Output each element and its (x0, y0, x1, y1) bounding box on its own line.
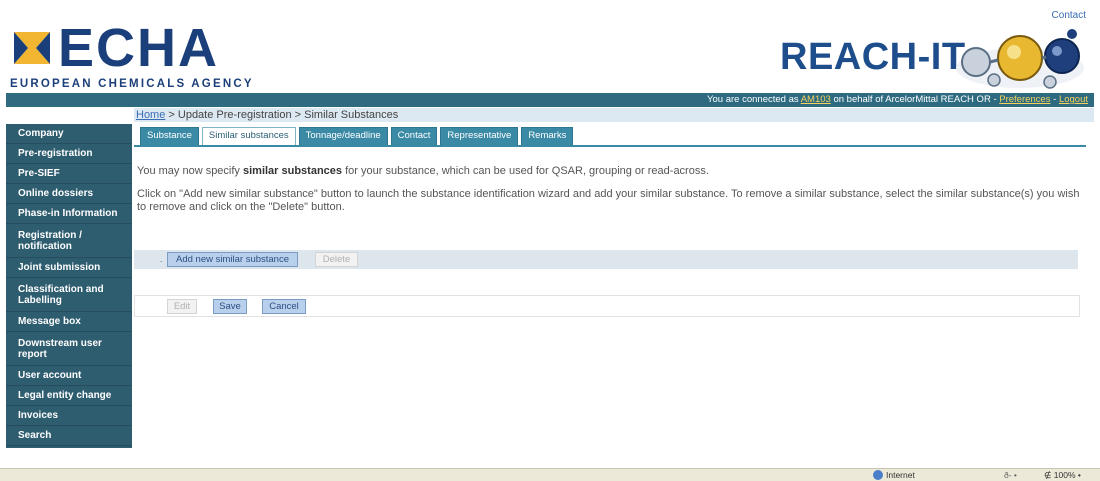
browser-status-bar: Internet ð‑ • ∉ 100% • (0, 468, 1100, 481)
sidebar-item-classification-labelling[interactable]: Classification and Labelling (6, 278, 132, 312)
save-button[interactable]: Save (213, 299, 247, 314)
sidebar-item-legal-entity-change[interactable]: Legal entity change (6, 386, 132, 406)
edit-button[interactable]: Edit (167, 299, 197, 314)
delete-button[interactable]: Delete (315, 252, 358, 267)
tab-similar-substances[interactable]: Similar substances (201, 127, 296, 146)
add-new-similar-substance-button[interactable]: Add new similar substance (167, 252, 298, 267)
tab-tonnage-deadline[interactable]: Tonnage/deadline (298, 127, 388, 145)
protected-mode-indicator[interactable]: ð‑ • (1004, 469, 1017, 481)
sidebar-item-company[interactable]: Company (6, 124, 132, 144)
tab-remarks[interactable]: Remarks (521, 127, 574, 145)
echa-logo-icon (14, 32, 50, 64)
tab-substance[interactable]: Substance (140, 127, 199, 145)
instructions-text: Click on "Add new similar substance" but… (137, 188, 1080, 213)
echa-logo-text: ECHA (58, 18, 220, 78)
globe-icon (873, 470, 883, 480)
zoom-level[interactable]: ∉ 100% • (1044, 469, 1081, 481)
sidebar-item-phase-in-information[interactable]: Phase-in Information (6, 204, 132, 224)
breadcrumb-path: > Update Pre-registration > Similar Subs… (165, 109, 399, 121)
sidebar-item-joint-submission[interactable]: Joint submission (6, 258, 132, 278)
row-marker: . (160, 254, 163, 264)
site-header: ECHA EUROPEAN CHEMICALS AGENCY Contact R… (6, 8, 1094, 93)
security-zone-label: Internet (886, 470, 915, 480)
sidebar-item-pre-sief[interactable]: Pre-SIEF (6, 164, 132, 184)
sidebar-item-message-box[interactable]: Message box (6, 312, 132, 332)
tab-underline (134, 145, 1086, 147)
intro-before: You may now specify (137, 165, 243, 177)
sidebar-item-invoices[interactable]: Invoices (6, 406, 132, 426)
connected-as-text: You are connected as (707, 94, 801, 105)
echa-logo-subtitle: EUROPEAN CHEMICALS AGENCY (10, 78, 254, 90)
cancel-button[interactable]: Cancel (262, 299, 306, 314)
intro-after: for your substance, which can be used fo… (342, 165, 709, 177)
breadcrumb-home-link[interactable]: Home (136, 109, 165, 121)
sidebar-item-search[interactable]: Search (6, 426, 132, 446)
sidebar-nav: Company Pre-registration Pre-SIEF Online… (6, 124, 132, 448)
tab-contact[interactable]: Contact (390, 127, 438, 145)
intro-text: You may now specify similar substances f… (137, 165, 1087, 177)
sidebar-item-user-account[interactable]: User account (6, 366, 132, 386)
tab-representative[interactable]: Representative (440, 127, 519, 145)
sidebar-item-downstream-user-report[interactable]: Downstream user report (6, 332, 132, 366)
preferences-link[interactable]: Preferences (999, 94, 1050, 105)
logout-link[interactable]: Logout (1059, 94, 1088, 105)
intro-bold: similar substances (242, 165, 343, 177)
breadcrumb: Home > Update Pre-registration > Similar… (134, 108, 1094, 122)
tab-bar: Substance Similar substances Tonnage/dea… (140, 127, 574, 146)
contact-link[interactable]: Contact (1052, 10, 1086, 21)
molecule-graphic-icon (956, 29, 1084, 89)
status-separator: - (1050, 94, 1059, 105)
on-behalf-text: on behalf of ArcelorMittal REACH OR - (830, 94, 1000, 105)
app-title: REACH-IT (780, 36, 966, 78)
sidebar-item-pre-registration[interactable]: Pre-registration (6, 144, 132, 164)
sidebar-item-registration-notification[interactable]: Registration / notification (6, 224, 132, 258)
connection-status-bar: You are connected as AM103 on behalf of … (6, 93, 1094, 107)
user-link[interactable]: AM103 (801, 94, 831, 105)
sidebar-item-online-dossiers[interactable]: Online dossiers (6, 184, 132, 204)
